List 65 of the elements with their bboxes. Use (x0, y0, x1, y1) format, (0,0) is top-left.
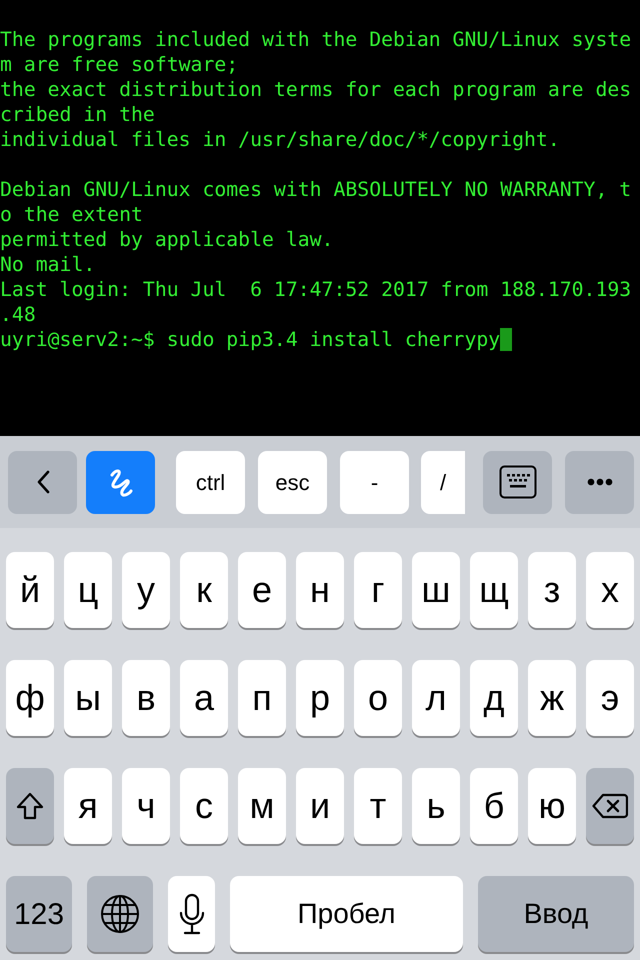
backspace-icon (592, 793, 628, 819)
terminal-line: m are free software; (0, 52, 238, 77)
terminal-line: the exact distribution terms for each program are des (0, 77, 632, 102)
toolbar-key[interactable]: ctrl (176, 450, 245, 514)
terminal-line: individual files in /usr/share/doc/*/copyright. (0, 127, 560, 152)
space-key[interactable]: Пробел (230, 876, 463, 952)
letter-key[interactable]: б (470, 768, 518, 844)
letter-key[interactable]: у (122, 552, 170, 628)
letter-key[interactable]: ш (412, 552, 460, 628)
more-key[interactable] (565, 450, 634, 514)
terminal-line: o the extent (0, 202, 143, 227)
globe-icon (100, 894, 140, 934)
hide-keyboard-key[interactable] (483, 450, 552, 514)
letter-key[interactable]: ь (412, 768, 460, 844)
letter-key[interactable]: о (354, 660, 402, 736)
toolbar-key[interactable]: esc (258, 450, 327, 514)
letter-key[interactable]: и (296, 768, 344, 844)
letter-key[interactable]: щ (470, 552, 518, 628)
letter-key[interactable]: к (180, 552, 228, 628)
letter-key[interactable]: в (122, 660, 170, 736)
letter-key[interactable]: ю (528, 768, 576, 844)
terminal-line: Debian GNU/Linux comes with ABSOLUTELY NO WARRANTY, t (0, 177, 632, 202)
letter-key[interactable]: т (354, 768, 402, 844)
terminal-line: .48 (0, 302, 36, 327)
toolbar-key[interactable]: - (340, 450, 409, 514)
letter-key[interactable]: г (354, 552, 402, 628)
backspace-key[interactable] (586, 768, 634, 844)
more-icon (586, 478, 612, 486)
letter-key[interactable]: д (470, 660, 518, 736)
draw-key[interactable] (86, 450, 155, 514)
return-key[interactable]: Ввод (478, 876, 634, 952)
terminal-line: No mail. (0, 252, 96, 277)
letter-key[interactable]: е (238, 552, 286, 628)
letter-key[interactable]: й (6, 552, 54, 628)
terminal-line: permitted by applicable law. (0, 227, 334, 252)
letter-key[interactable]: р (296, 660, 344, 736)
back-icon (36, 470, 50, 494)
letter-key[interactable]: э (586, 660, 634, 736)
terminal-line: cribed in the (0, 102, 155, 127)
letter-key[interactable]: н (296, 552, 344, 628)
letter-key[interactable]: м (238, 768, 286, 844)
letter-key[interactable]: л (412, 660, 460, 736)
terminal-line: Last login: Thu Jul 6 17:47:52 2017 from 188.170.193 (0, 277, 632, 302)
letter-key[interactable]: ч (122, 768, 170, 844)
letter-key[interactable]: а (180, 660, 228, 736)
letter-key[interactable]: я (64, 768, 112, 844)
microphone-icon (178, 893, 204, 935)
dictation-key[interactable] (168, 876, 215, 952)
shift-icon (16, 792, 44, 820)
letter-key[interactable]: з (528, 552, 576, 628)
shift-key[interactable] (6, 768, 54, 844)
letter-key[interactable]: х (586, 552, 634, 628)
command-line: uyri@serv2:~$ sudo pip3.4 install cherrypy (0, 327, 500, 352)
terminal-line: The programs included with the Debian GNU/Linux syste (0, 27, 632, 52)
letter-key[interactable]: с (180, 768, 228, 844)
squiggle-icon (108, 467, 134, 497)
globe-key[interactable] (87, 876, 153, 952)
toolbar-key[interactable]: / (421, 450, 465, 514)
letter-key[interactable]: ы (64, 660, 112, 736)
letter-key[interactable]: ф (6, 660, 54, 736)
letter-key[interactable]: ц (64, 552, 112, 628)
letter-key[interactable]: ж (528, 660, 576, 736)
numbers-key[interactable]: 123 (6, 876, 72, 952)
letter-key[interactable]: п (238, 660, 286, 736)
keyboard-icon (498, 465, 536, 499)
